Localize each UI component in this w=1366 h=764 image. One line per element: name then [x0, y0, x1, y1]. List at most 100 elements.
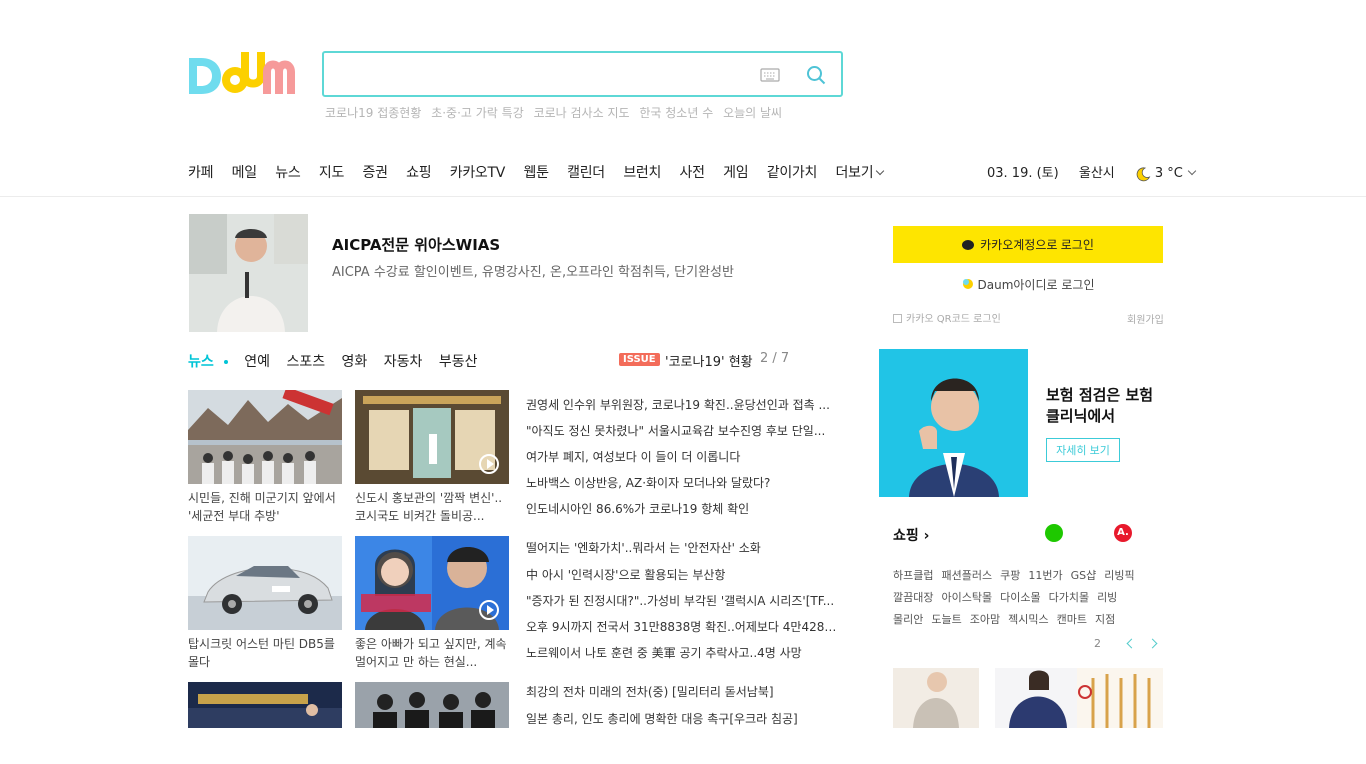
headline-link[interactable]: 노바백스 이상반응, AZ·화이자 모더나와 달랐다? — [526, 474, 840, 491]
shop-link[interactable]: 다이소몰 — [1000, 591, 1040, 604]
shop-page-counter: 2 — [1094, 637, 1101, 650]
news-thumbnail[interactable] — [355, 682, 509, 728]
tab-entertainment[interactable]: 연예 — [244, 351, 270, 371]
thumbnail-caption[interactable]: 시민들, 진해 미군기지 앞에서 '세균전 부대 추방' — [188, 489, 342, 525]
thumbnail-caption[interactable]: 탑시크릿 어스턴 마틴 DB5를 몰다 — [188, 635, 342, 671]
headline-link[interactable]: 여가부 폐지, 여성보다 이 들이 더 이롭니다 — [526, 448, 840, 465]
nav-more-button[interactable]: 더보기 — [836, 162, 885, 182]
shop-link[interactable]: 다가치몰 — [1049, 591, 1089, 604]
headline-link[interactable]: 떨어지는 '엔화가치'..뭐라서 는 '안전자산' 소화 — [526, 539, 840, 556]
news-thumbnail[interactable] — [188, 682, 342, 728]
search-icon[interactable] — [806, 65, 826, 85]
news-thumbnail[interactable] — [355, 536, 509, 630]
shop-link[interactable]: 리빙 — [1097, 591, 1117, 604]
daum-logo-icon — [962, 279, 973, 289]
nav-item-dictionary[interactable]: 사전 — [680, 162, 705, 182]
shop-brand-logo[interactable]: A. — [1114, 524, 1132, 542]
news-thumbnail[interactable] — [188, 536, 342, 630]
shop-link[interactable]: GS샵 — [1071, 569, 1097, 582]
chevron-down-icon[interactable] — [1187, 166, 1197, 176]
suggestion-item[interactable]: 한국 청소년 수 — [639, 106, 713, 120]
headline-link[interactable]: "증자가 된 진정시대?"..가성비 부각된 '갤럭시A 시리즈'[TF... — [526, 592, 840, 609]
shop-product-image[interactable] — [995, 668, 1081, 728]
nav-item-brunch[interactable]: 브런치 — [623, 162, 661, 182]
suggestion-item[interactable]: 코로나19 접종현황 — [325, 106, 421, 120]
search-box — [322, 51, 843, 97]
search-input[interactable] — [338, 61, 738, 87]
issue-text[interactable]: '코로나19' 현황 — [665, 351, 753, 370]
shop-product-image[interactable] — [1077, 668, 1163, 728]
news-thumbnail[interactable] — [355, 390, 509, 484]
shop-link[interactable]: 아이스탁몰 — [941, 591, 992, 604]
chevron-right-icon: › — [918, 528, 930, 544]
shop-link[interactable]: 캔마트 — [1057, 613, 1087, 626]
headline-link[interactable]: 오후 9시까지 전국서 31만8838명 확진..어제보다 4만4280... — [526, 618, 840, 635]
nav-item-cafe[interactable]: 카페 — [188, 162, 213, 182]
nav-item-together[interactable]: 같이가치 — [767, 162, 818, 182]
headline-link[interactable]: 최강의 전차 미래의 전차(중) [밀리터리 돋서남북] — [526, 683, 840, 700]
promo-title[interactable]: 보험 점검은 보험클리닉에서 — [1046, 385, 1166, 427]
shop-link[interactable]: 몰리안 — [893, 613, 923, 626]
qr-login-link[interactable]: 카카오 QR코드 로그인 — [893, 310, 1001, 325]
shop-link[interactable]: 하프클럽 — [893, 569, 933, 582]
thumbnail-caption[interactable]: 좋은 아빠가 되고 싶지만, 계속 멀어지고 만 하는 현실... — [355, 635, 509, 671]
nav-item-shopping[interactable]: 쇼핑 — [406, 162, 431, 182]
thumbnail-caption[interactable] — [188, 728, 342, 764]
shop-link[interactable]: 도늘트 — [931, 613, 961, 626]
shop-link[interactable]: 깔끔대장 — [893, 591, 933, 604]
keyboard-icon[interactable] — [760, 68, 780, 82]
nav-item-calendar[interactable]: 캘린더 — [567, 162, 605, 182]
headline-link[interactable]: 노르웨이서 나토 훈련 중 美軍 공기 추락사고..4명 사망 — [526, 644, 840, 661]
shop-link[interactable]: 조아맘 — [970, 613, 1000, 626]
location-text[interactable]: 울산시 — [1079, 166, 1115, 181]
signup-link[interactable]: 회원가입 — [1127, 311, 1164, 326]
shopping-title-label: 쇼핑 — [893, 528, 919, 544]
promo-details-button[interactable]: 자세히 보기 — [1046, 438, 1120, 462]
nav-divider — [0, 196, 1366, 197]
headline-link[interactable]: "아직도 정신 못차렸나" 서울시교육감 보수진영 후보 단일... — [526, 422, 840, 439]
nav-item-webtoon[interactable]: 웹툰 — [523, 162, 548, 182]
chevron-right-icon[interactable] — [1147, 638, 1158, 649]
nav-item-map[interactable]: 지도 — [319, 162, 344, 182]
headline-link[interactable]: 일본 총리, 인도 총리에 명확한 대응 촉구[우크라 침공] — [526, 710, 840, 727]
shopping-title[interactable]: 쇼핑 › — [893, 525, 929, 545]
ad-photo[interactable] — [189, 214, 308, 332]
ad-description[interactable]: AICPA 수강료 할인이벤트, 유명강사진, 온,오프라인 학점취득, 단기완… — [332, 261, 734, 280]
news-thumbnail[interactable] — [188, 390, 342, 484]
shop-link[interactable]: 젝시믹스 — [1008, 613, 1048, 626]
chevron-left-icon[interactable] — [1126, 638, 1137, 649]
headline-link[interactable]: 中 아시 '인력시장'으로 활용되는 부산항 — [526, 566, 840, 583]
nav-item-game[interactable]: 게임 — [723, 162, 748, 182]
daum-login-link[interactable]: Daum아이디로 로그인 — [893, 276, 1163, 293]
qr-login-label: 카카오 QR코드 로그인 — [906, 314, 1001, 325]
suggestion-item[interactable]: 코로나 검사소 지도 — [534, 106, 630, 120]
nav-item-news[interactable]: 뉴스 — [275, 162, 300, 182]
issue-page-counter: 2 / 7 — [760, 351, 790, 366]
ad-title[interactable]: AICPA전문 위아스WIAS — [332, 234, 500, 255]
nav-item-stock[interactable]: 증권 — [363, 162, 388, 182]
tab-car[interactable]: 자동차 — [384, 351, 423, 371]
shop-brand-logo[interactable] — [1045, 524, 1063, 542]
nav-item-mail[interactable]: 메일 — [232, 162, 257, 182]
shop-link[interactable]: 패션플러스 — [941, 569, 992, 582]
promo-image[interactable] — [879, 349, 1028, 497]
headline-link[interactable]: 인도네시아인 86.6%가 코로나19 항체 확인 — [526, 500, 840, 517]
thumbnail-caption[interactable]: 신도시 홍보관의 '깜짝 변신'.. 코시국도 비켜간 돌비공... — [355, 489, 509, 525]
tab-sports[interactable]: 스포츠 — [286, 351, 325, 371]
daum-logo[interactable] — [187, 50, 305, 100]
headline-link[interactable]: 권영세 인수위 부위원장, 코로나19 확진..윤당선인과 접촉 ... — [526, 396, 840, 413]
tab-realestate[interactable]: 부동산 — [439, 351, 478, 371]
kakao-login-button[interactable]: 카카오계정으로 로그인 — [893, 226, 1163, 263]
suggestion-item[interactable]: 초·중·고 가락 특강 — [431, 106, 524, 120]
shop-links-row: 깔끔대장 아이스탁몰 다이소몰 다가치몰 리빙 — [893, 589, 1165, 605]
shop-link[interactable]: 지점 — [1095, 613, 1115, 626]
shop-link[interactable]: 리빙픽 — [1104, 569, 1134, 582]
shop-link[interactable]: 11번가 — [1028, 569, 1062, 582]
tab-news[interactable]: 뉴스 — [188, 351, 214, 371]
thumbnail-caption[interactable] — [355, 728, 509, 764]
suggestion-item[interactable]: 오늘의 날씨 — [723, 106, 782, 120]
shop-product-image[interactable] — [893, 668, 979, 728]
nav-item-kakaotv[interactable]: 카카오TV — [450, 162, 506, 182]
tab-movie[interactable]: 영화 — [342, 351, 368, 371]
shop-link[interactable]: 쿠팡 — [1000, 569, 1020, 582]
